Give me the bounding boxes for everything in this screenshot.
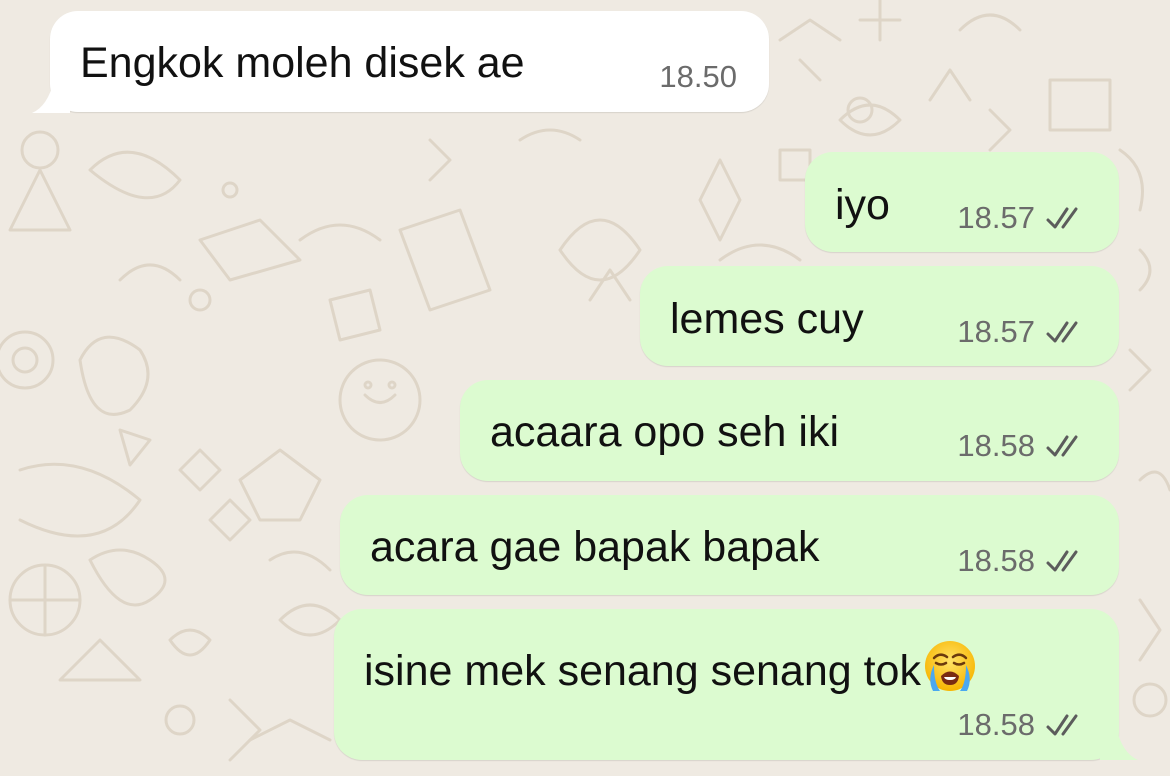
loudly-crying-face-icon bbox=[924, 641, 975, 691]
message-time: 18.58 bbox=[957, 428, 1035, 463]
message-bubble-outgoing[interactable]: isine mek senang senang tok 18.58 bbox=[334, 609, 1119, 760]
message-time: 18.57 bbox=[957, 200, 1035, 235]
chat-thread: Engkok moleh disek ae 18.50 iyo 18.57 le… bbox=[0, 0, 1170, 776]
message-text-row: isine mek senang senang tok bbox=[364, 639, 977, 693]
message-timestamp-row: 18.57 bbox=[957, 202, 1087, 233]
message-time: 18.57 bbox=[957, 314, 1035, 349]
message-bubble-outgoing[interactable]: lemes cuy 18.57 bbox=[640, 266, 1119, 366]
message-bubble-incoming[interactable]: Engkok moleh disek ae 18.50 bbox=[50, 11, 769, 112]
double-check-icon bbox=[1046, 207, 1078, 228]
message-bubble-outgoing[interactable]: iyo 18.57 bbox=[805, 152, 1119, 252]
message-timestamp-row: 18.57 bbox=[957, 316, 1087, 347]
message-timestamp-row: 18.58 bbox=[957, 430, 1087, 461]
message-bubble-outgoing[interactable]: acaara opo seh iki 18.58 bbox=[460, 380, 1119, 481]
message-bubble-outgoing[interactable]: acara gae bapak bapak 18.58 bbox=[340, 495, 1119, 595]
double-check-icon bbox=[1046, 714, 1078, 735]
bubble-tail-incoming bbox=[32, 80, 70, 113]
message-text: iyo bbox=[835, 181, 890, 229]
message-text: lemes cuy bbox=[670, 295, 864, 343]
double-check-icon bbox=[1046, 550, 1078, 571]
message-text: isine mek senang senang tok bbox=[364, 647, 921, 695]
double-check-icon bbox=[1046, 435, 1078, 456]
message-text: Engkok moleh disek ae bbox=[80, 39, 525, 87]
message-timestamp-row: 18.50 bbox=[659, 61, 737, 92]
bubble-tail-outgoing bbox=[1100, 727, 1138, 760]
message-time: 18.58 bbox=[957, 707, 1035, 742]
double-check-icon bbox=[1046, 321, 1078, 342]
message-text: acara gae bapak bapak bbox=[370, 523, 820, 571]
message-text: acaara opo seh iki bbox=[490, 408, 839, 456]
message-timestamp-row: 18.58 bbox=[957, 709, 1087, 740]
message-timestamp-row: 18.58 bbox=[957, 545, 1087, 576]
message-time: 18.58 bbox=[957, 543, 1035, 578]
message-time: 18.50 bbox=[659, 59, 737, 94]
